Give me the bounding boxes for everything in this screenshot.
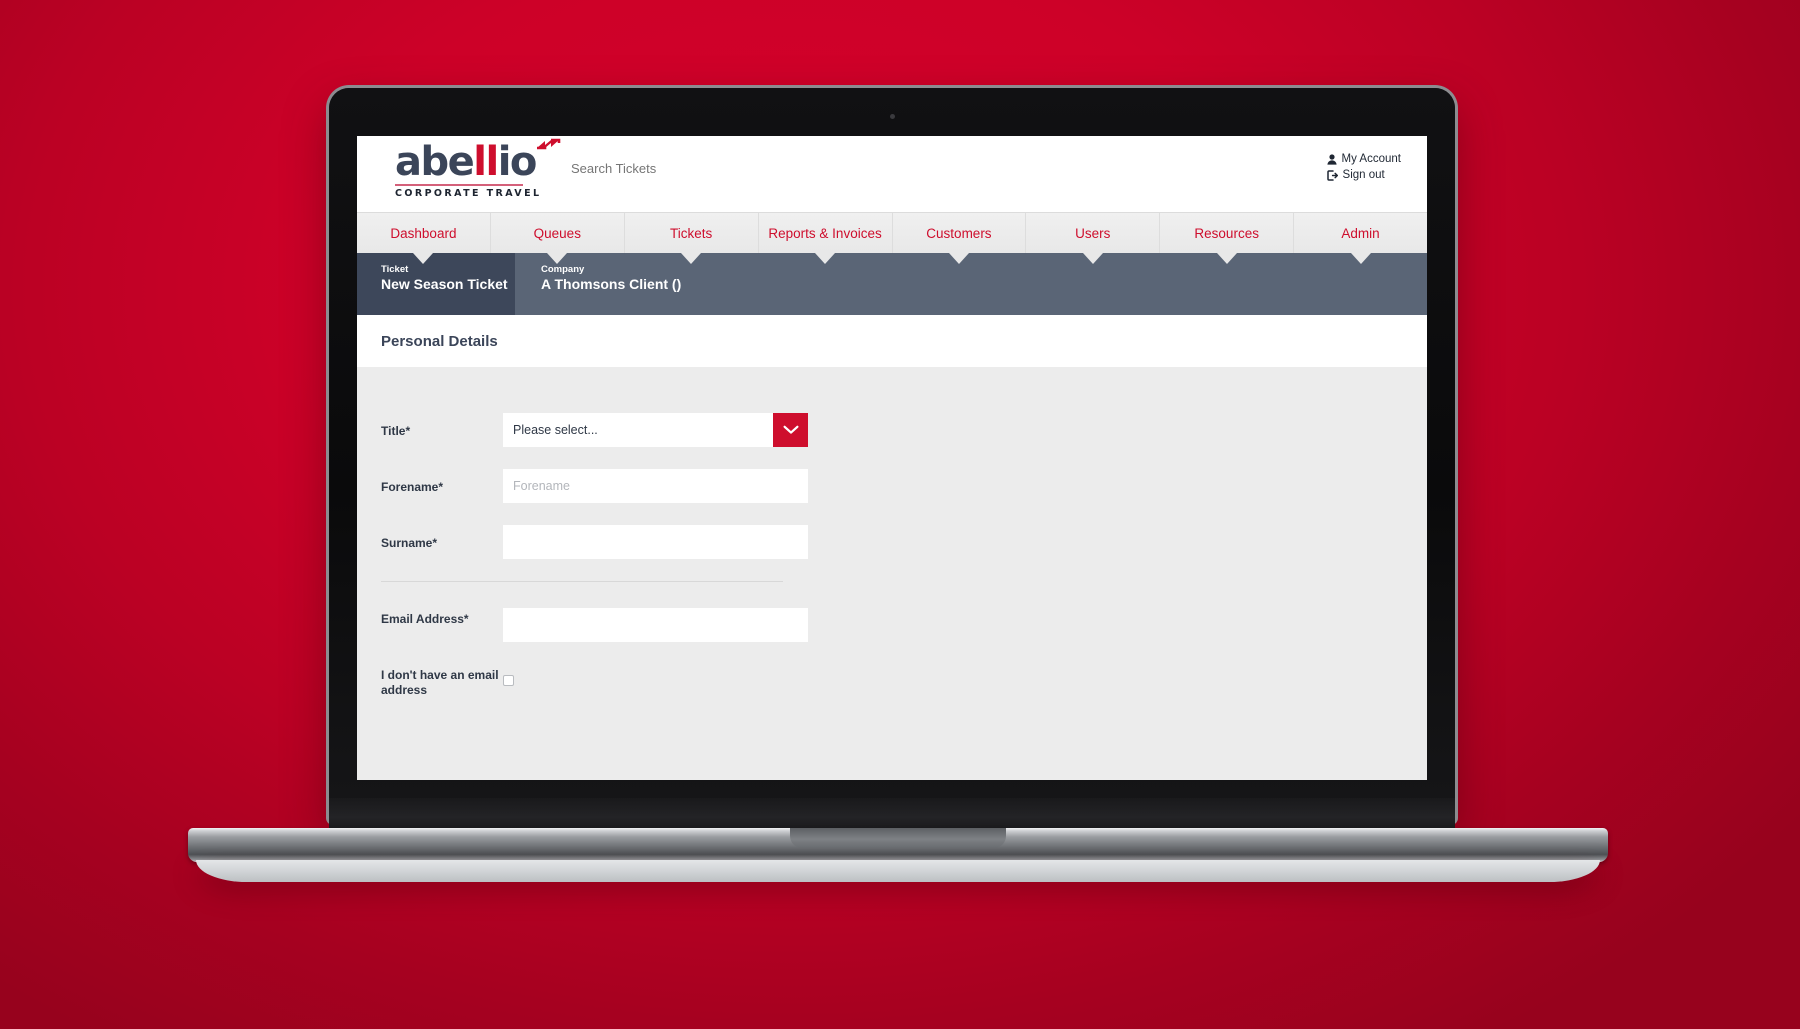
context-company-label: Company	[541, 264, 585, 275]
laptop-base-notch	[790, 828, 1006, 848]
surname-label: Surname*	[381, 536, 438, 550]
nav-notch-icon	[1082, 253, 1103, 264]
no-email-label: I don't have an email address	[381, 668, 499, 697]
nav-notch-icon	[413, 253, 434, 264]
nav-label: Customers	[926, 225, 992, 241]
title-label: Title*	[381, 424, 411, 438]
no-email-control	[503, 664, 808, 686]
laptop-lid: abellio CORPORATE TRAVEL Search Tickets …	[329, 88, 1455, 822]
ns-swoosh-icon	[537, 138, 561, 150]
forename-label: Forename*	[381, 480, 444, 494]
search-input[interactable]	[569, 160, 873, 177]
personal-details-form: Title* Please select... Forename* Forena…	[357, 367, 1427, 780]
account-area: My Account Sign out	[1326, 152, 1401, 184]
nav-notch-icon	[547, 253, 568, 264]
form-divider	[381, 581, 783, 582]
nav-item-users[interactable]: Users	[1026, 213, 1161, 264]
abellio-logo[interactable]: abellio CORPORATE TRAVEL	[395, 138, 561, 199]
surname-control	[503, 525, 808, 559]
laptop-foot	[196, 860, 1600, 882]
forename-input[interactable]	[503, 469, 808, 503]
logo-wordmark: abellio	[395, 138, 561, 185]
nav-notch-icon	[948, 253, 969, 264]
form-row-no-email: I don't have an email address	[357, 664, 1427, 698]
form-row-email: Email Address*	[357, 608, 1427, 642]
email-label: Email Address*	[381, 612, 469, 626]
my-account-label: My Account	[1341, 153, 1401, 165]
title-control: Please select...	[503, 413, 808, 447]
no-email-checkbox[interactable]	[503, 675, 514, 686]
logo-tagline: CORPORATE TRAVEL	[395, 188, 542, 199]
context-ticket-value: New Season Ticket	[381, 276, 508, 293]
nav-label: Queues	[533, 225, 581, 241]
laptop-screen: abellio CORPORATE TRAVEL Search Tickets …	[357, 136, 1427, 780]
nav-label: Resources	[1194, 225, 1259, 241]
nav-label: Tickets	[670, 225, 713, 241]
context-company[interactable]: Company A Thomsons Client ()	[515, 253, 1427, 315]
section-header: Personal Details	[357, 315, 1427, 367]
nav-label: Users	[1075, 225, 1111, 241]
nav-item-resources[interactable]: Resources	[1160, 213, 1295, 264]
forename-control	[503, 469, 808, 503]
nav-item-queues[interactable]: Queues	[490, 213, 625, 264]
laptop-base	[188, 828, 1608, 862]
person-icon	[1326, 154, 1337, 165]
laptop-hinge	[329, 798, 1455, 830]
nav-notch-icon	[681, 253, 702, 264]
application-window: abellio CORPORATE TRAVEL Search Tickets …	[357, 136, 1427, 780]
nav-label: Reports & Invoices	[768, 225, 882, 241]
nav-item-tickets[interactable]: Tickets	[624, 213, 759, 264]
laptop-mockup: abellio CORPORATE TRAVEL Search Tickets …	[0, 0, 1800, 1029]
nav-item-admin[interactable]: Admin	[1294, 213, 1427, 264]
nav-item-dashboard[interactable]: Dashboard	[357, 213, 491, 264]
title-select-toggle[interactable]	[773, 413, 808, 447]
context-company-value: A Thomsons Client ()	[541, 276, 682, 293]
nav-notch-icon	[1350, 253, 1371, 264]
form-row-forename: Forename*	[357, 469, 1427, 503]
sign-out-icon	[1326, 170, 1338, 181]
sign-out-link[interactable]: Sign out	[1326, 168, 1401, 184]
form-row-surname: Surname*	[357, 525, 1427, 559]
chevron-down-icon	[783, 425, 798, 434]
nav-label: Admin	[1341, 225, 1380, 241]
primary-nav: Dashboard Queues Tickets Reports & Invoi…	[357, 212, 1427, 264]
logo-text-io: io	[497, 139, 538, 185]
context-ticket-label: Ticket	[381, 264, 409, 275]
context-ticket[interactable]: Ticket New Season Ticket	[357, 253, 515, 315]
nav-item-customers[interactable]: Customers	[892, 213, 1027, 264]
my-account-link[interactable]: My Account	[1326, 152, 1401, 168]
logo-text-a: abe	[395, 139, 475, 185]
title-select-value[interactable]: Please select...	[503, 413, 773, 447]
title-select[interactable]: Please select...	[503, 413, 808, 447]
logo-text-ll: ll	[473, 139, 499, 185]
context-bar: Ticket New Season Ticket Company A Thoms…	[357, 253, 1427, 315]
email-control	[503, 608, 808, 642]
nav-item-reports-invoices[interactable]: Reports & Invoices	[758, 213, 893, 264]
nav-label: Dashboard	[390, 225, 457, 241]
page-title: Personal Details	[381, 332, 498, 350]
sign-out-label: Sign out	[1342, 168, 1385, 181]
surname-input[interactable]	[503, 525, 808, 559]
nav-notch-icon	[1216, 253, 1237, 264]
webcam-icon	[889, 114, 895, 119]
form-row-title: Title* Please select...	[357, 413, 1427, 447]
nav-notch-icon	[815, 253, 836, 264]
masthead: abellio CORPORATE TRAVEL Search Tickets …	[357, 136, 1427, 212]
email-field[interactable]	[503, 608, 808, 642]
